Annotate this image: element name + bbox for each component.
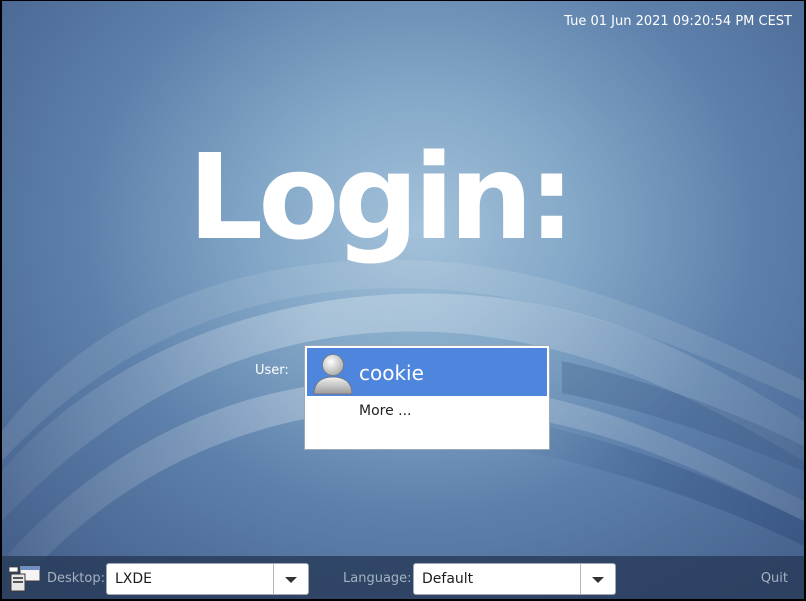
background-swoosh bbox=[2, 259, 804, 561]
user-item-cookie[interactable]: cookie bbox=[307, 348, 547, 396]
login-title: Login: bbox=[188, 128, 575, 266]
login-screen: Tue 01 Jun 2021 09:20:54 PM CEST Login: … bbox=[2, 1, 804, 599]
language-select-value: Default bbox=[422, 571, 474, 587]
session-icon[interactable] bbox=[8, 563, 42, 593]
clock: Tue 01 Jun 2021 09:20:54 PM CEST bbox=[564, 14, 792, 29]
desktop-select[interactable]: LXDE bbox=[106, 563, 309, 595]
user-avatar-icon bbox=[313, 354, 353, 395]
language-select[interactable]: Default bbox=[413, 563, 616, 595]
more-users-item[interactable]: More ... bbox=[307, 396, 547, 426]
user-label: User: bbox=[255, 363, 289, 378]
user-name: cookie bbox=[359, 361, 424, 385]
language-label: Language: bbox=[343, 571, 412, 586]
chevron-down-icon[interactable] bbox=[274, 564, 308, 594]
user-list: cookie More ... bbox=[304, 345, 550, 450]
bottom-bar: Desktop: LXDE Language: Default Quit bbox=[2, 556, 804, 599]
desktop-label: Desktop: bbox=[47, 571, 105, 586]
more-users-label: More ... bbox=[359, 403, 412, 419]
quit-button[interactable]: Quit bbox=[761, 571, 788, 586]
desktop-select-value: LXDE bbox=[115, 571, 153, 587]
chevron-down-icon[interactable] bbox=[581, 564, 615, 594]
